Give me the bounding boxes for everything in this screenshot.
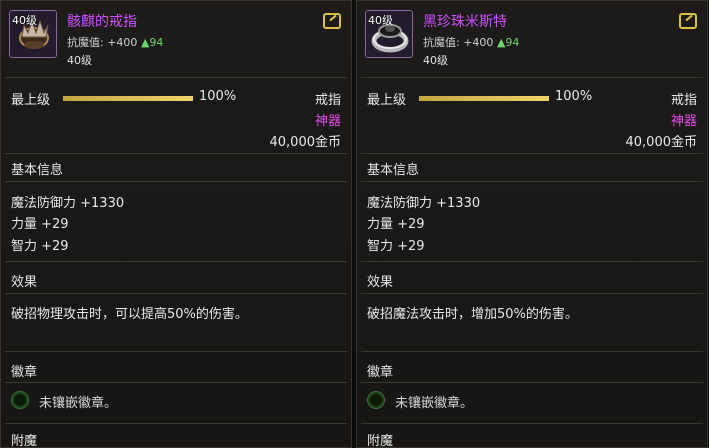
item-price: 40,000金币 [269,135,342,150]
item-level-tag: 40级 [12,14,37,27]
stat-strength: 力量 +29 [11,217,69,232]
stat-strength: 力量 +29 [367,217,425,232]
item-level: 40级 [423,54,448,67]
grade-row: 最上级 100% 戒指 [367,89,697,108]
divider [5,351,347,352]
share-icon[interactable] [323,13,341,29]
item-rarity: 神器 [670,114,697,129]
enchant-title: 附魔 [367,434,394,448]
item-header: 40级 骸麒的戒指 抗魔值: +400 ▲94 40级 [1,1,351,73]
item-tooltip-right: 40级 黑珍珠米斯特 抗魔值: +400 ▲94 40级 最上级 100% 戒指… [356,0,708,448]
divider [361,423,703,424]
effect-title: 效果 [11,275,38,290]
divider [361,181,703,182]
basic-info-title: 基本信息 [11,163,64,178]
divider [5,261,347,262]
divider [361,77,703,78]
enchant-title: 附魔 [11,434,38,448]
grade-percent: 100% [555,89,593,104]
stat-magic-defense: 魔法防御力 +1330 [11,196,125,211]
emblem-socket-icon [367,391,385,409]
divider [361,351,703,352]
grade-label: 最上级 [367,93,407,108]
divider [5,423,347,424]
divider [5,153,347,154]
grade-bar-fill [419,96,549,101]
grade-percent: 100% [199,89,237,104]
divider [5,77,347,78]
emblem-text: 未镶嵌徽章。 [39,396,118,411]
item-type: 戒指 [314,93,341,108]
effect-text: 破招魔法攻击时，增加50%的伤害。 [367,307,578,322]
emblem-title: 徽章 [367,365,394,380]
emblem-text: 未镶嵌徽章。 [395,396,474,411]
item-type: 戒指 [670,93,697,108]
effect-title: 效果 [367,275,394,290]
stat-magic-defense: 魔法防御力 +1330 [367,196,481,211]
emblem-title: 徽章 [11,365,38,380]
divider [361,293,703,294]
resist-value: 抗魔值: +400 ▲94 [67,36,164,49]
divider [361,261,703,262]
item-rarity: 神器 [314,114,341,129]
basic-info-title: 基本信息 [367,163,420,178]
share-icon[interactable] [679,13,697,29]
item-name: 骸麒的戒指 [67,14,137,30]
stat-intelligence: 智力 +29 [11,239,69,254]
effect-text: 破招物理攻击时，可以提高50%的伤害。 [11,307,248,322]
grade-bar [63,96,193,101]
item-level: 40级 [67,54,92,67]
item-level-tag: 40级 [368,14,393,27]
grade-bar-fill [63,96,193,101]
stat-intelligence: 智力 +29 [367,239,425,254]
item-header: 40级 黑珍珠米斯特 抗魔值: +400 ▲94 40级 [357,1,707,73]
divider [5,181,347,182]
resist-value: 抗魔值: +400 ▲94 [423,36,520,49]
item-price: 40,000金币 [625,135,698,150]
divider [5,382,347,383]
black-pearl-ring-icon: 40级 [365,10,413,58]
item-tooltip-left: 40级 骸麒的戒指 抗魔值: +400 ▲94 40级 最上级 100% 戒指 … [0,0,352,448]
divider [361,382,703,383]
dark-claw-ring-icon: 40级 [9,10,57,58]
divider [361,153,703,154]
grade-row: 最上级 100% 戒指 [11,89,341,108]
divider [5,293,347,294]
emblem-socket-icon [11,391,29,409]
grade-label: 最上级 [11,93,51,108]
grade-bar [419,96,549,101]
item-name: 黑珍珠米斯特 [423,14,507,30]
